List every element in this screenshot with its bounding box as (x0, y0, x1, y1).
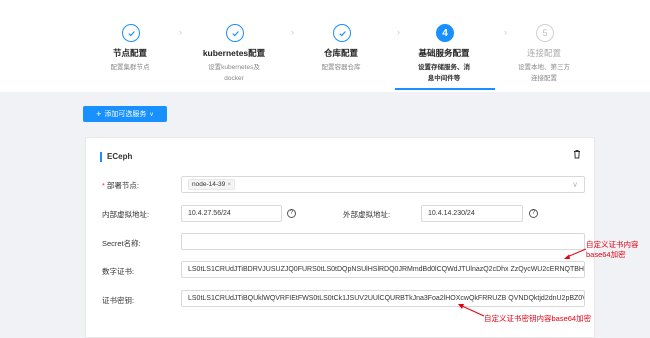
add-optional-service-button[interactable]: + 添加可选服务 ∨ (83, 106, 167, 122)
help-icon[interactable]: ? (287, 209, 296, 218)
annotation-arrow-icon (564, 248, 587, 259)
steps-header: 节点配置 配置集群节点 › kubernetes配置 设置kubernetes及… (0, 0, 650, 92)
step-number: 4 (436, 24, 454, 42)
active-step-indicator (395, 88, 495, 90)
certificate-key-label: 证书密钥: (102, 296, 135, 305)
chevron-right-icon: › (504, 27, 507, 37)
step-desc: 设置存储服务、消 息中间件等 (418, 64, 470, 82)
card-title: ECeph (100, 152, 132, 162)
step-title: kubernetes配置 (202, 48, 266, 58)
step-desc: 配置容器仓库 (321, 64, 361, 71)
external-vip-label: 外部虚拟地址: (343, 210, 391, 219)
internal-vip-label: 内部虚拟地址: (102, 210, 150, 219)
node-tag: node-14-39 × (188, 179, 236, 190)
chevron-right-icon: › (397, 27, 400, 37)
chevron-right-icon: › (291, 27, 294, 37)
certificate-key-input[interactable]: LS0tLS1CRUdJTiBQUklWQVRFIEtFWS0tLS0tCk1J… (181, 290, 585, 307)
check-icon (333, 24, 351, 42)
chevron-right-icon: › (179, 27, 182, 37)
check-icon (226, 24, 244, 42)
step-title: 基础服务配置 (418, 48, 470, 58)
step-desc: 配置集群节点 (110, 64, 150, 71)
add-service-label: 添加可选服务 (104, 111, 147, 118)
trash-icon[interactable] (572, 149, 582, 159)
step-desc: 设置本地、第三方 连接配置 (518, 64, 570, 82)
chevron-down-icon: ∨ (149, 111, 154, 118)
step-title: 连接配置 (526, 48, 561, 58)
deploy-nodes-select[interactable]: node-14-39 × ∨ (181, 176, 585, 193)
external-vip-input[interactable]: 10.4.14.230/24 (421, 205, 523, 222)
key-annotation: 自定义证书密钥内容base64加密 (484, 314, 592, 323)
secret-name-input[interactable] (181, 233, 585, 250)
step-number: 5 (536, 24, 554, 42)
certificate-label: 数字证书: (102, 267, 135, 276)
deploy-nodes-label: * 部署节点: (102, 181, 140, 190)
plus-icon: + (96, 109, 102, 119)
close-icon[interactable]: × (227, 180, 231, 189)
step-title: 节点配置 (112, 48, 147, 58)
service-card-eceph: ECeph * 部署节点: node-14-39 × ∨ 内部虚拟地址: 10.4… (85, 137, 595, 338)
help-icon[interactable]: ? (529, 209, 538, 218)
annotation-arrow-icon (458, 304, 485, 317)
check-icon (122, 24, 140, 42)
step-title: 仓库配置 (323, 48, 358, 58)
chevron-down-icon: ∨ (572, 180, 578, 189)
internal-vip-input[interactable]: 10.4.27.56/24 (181, 205, 282, 222)
cert-annotation: 自定义证书内容 base64加密 (586, 240, 639, 259)
step-desc: 设置kubernetes及 docker (208, 64, 260, 82)
certificate-input[interactable]: LS0tLS1CRUdJTiBDRVJUSUZJQ0FURS0tLS0tDQpN… (181, 261, 585, 278)
secret-name-label: Secret名称: (102, 239, 141, 248)
